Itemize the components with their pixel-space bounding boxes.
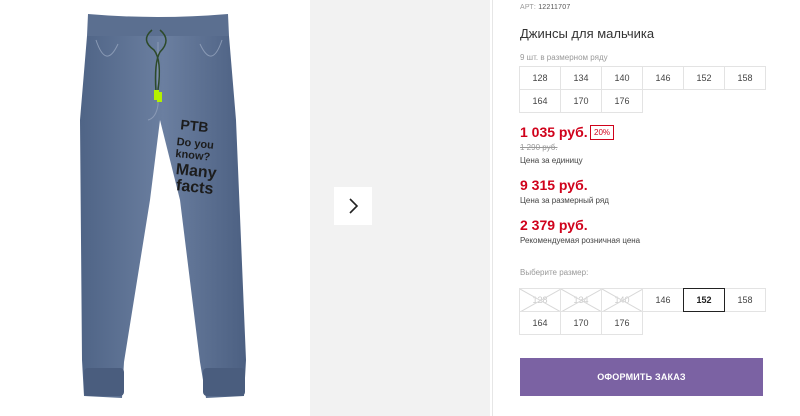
size-option-label: 152 [696,295,712,305]
size-option-unavailable: 128 [519,288,561,312]
article-label: АРТ: [520,4,537,11]
size-option-unavailable: 134 [560,288,602,312]
pack-price: 9 315 руб. [520,177,588,193]
retail-price-caption: Рекомендуемая розничная цена [520,236,641,245]
pack-size-cell: 134 [560,66,602,90]
pack-size-cell: 158 [724,66,766,90]
pack-label: 9 шт. в размерном ряду [520,53,608,62]
pack-size-cell: 140 [601,66,643,90]
size-option-unavailable: 140 [601,288,643,312]
pack-size-cell: 152 [683,66,725,90]
size-select-grid: 128134140 146 152 158 164 170 176 [519,288,766,335]
discount-badge: 20% [590,125,615,140]
article-number: АРТ: 12211707 [520,4,570,11]
column-divider [492,0,493,416]
chevron-right-icon [349,198,359,214]
size-option-label: 158 [737,295,753,305]
size-option[interactable]: 152 [683,288,725,312]
size-option-label: 176 [614,318,630,328]
old-price: 1 290 руб. [520,143,558,152]
product-gallery: PTB Do you know? Many facts [0,0,490,416]
pack-size-cell: 146 [642,66,684,90]
jeans-image: PTB Do you know? Many facts [80,14,246,398]
strike-cross-icon [561,289,601,311]
pack-size-cell: 128 [519,66,561,90]
product-title: Джинсы для мальчика [520,26,655,41]
size-select-label: Выберите размер: [520,268,589,277]
size-option-label: 164 [532,318,548,328]
strike-cross-icon [520,289,560,311]
retail-price: 2 379 руб. [520,217,588,233]
product-photo[interactable]: PTB Do you know? Many facts [0,0,310,416]
size-option[interactable]: 170 [560,311,602,335]
unit-price: 1 035 руб. [520,124,588,140]
strike-cross-icon [602,289,642,311]
size-option-label: 170 [573,318,589,328]
print-text-line: PTB [180,116,210,135]
size-option[interactable]: 158 [724,288,766,312]
size-option[interactable]: 146 [642,288,684,312]
article-value: 12211707 [538,4,571,11]
pack-size-cell: 176 [601,89,643,113]
pack-price-caption: Цена за размерный ряд [520,196,609,205]
size-option[interactable]: 164 [519,311,561,335]
unit-price-caption: Цена за единицу [520,156,583,165]
gallery-next-button[interactable] [334,187,372,225]
pack-size-cell: 170 [560,89,602,113]
order-button[interactable]: ОФОРМИТЬ ЗАКАЗ [520,358,763,396]
pack-size-cell: 164 [519,89,561,113]
size-option[interactable]: 176 [601,311,643,335]
size-option-label: 146 [655,295,671,305]
pack-size-grid: 128 134 140 146 152 158 164 170 176 [519,66,766,113]
